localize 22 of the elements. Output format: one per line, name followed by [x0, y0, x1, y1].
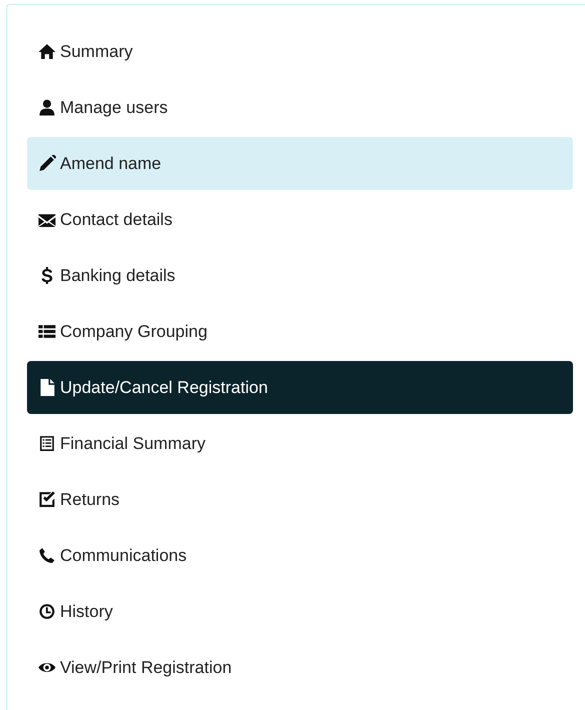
sidebar-item[interactable]: Communications [27, 529, 573, 582]
clock-icon [38, 603, 56, 620]
sidebar-item[interactable]: Returns [27, 473, 573, 526]
file-icon [38, 379, 56, 396]
sidebar-item[interactable]: Banking details [27, 249, 573, 302]
sidebar-item[interactable]: View/Print Registration [27, 641, 573, 694]
sidebar-item[interactable]: History [27, 585, 573, 638]
pencil-icon [38, 155, 56, 172]
sidebar-item[interactable]: Manage users [27, 81, 573, 134]
sidebar-item[interactable]: Financial Summary [27, 417, 573, 470]
sidebar-item[interactable]: Update/Cancel Registration [27, 361, 573, 414]
phone-icon [38, 547, 56, 564]
sidebar-item[interactable]: Amend name [27, 137, 573, 190]
ledger-icon [38, 435, 56, 452]
sidebar-item[interactable]: Summary [27, 25, 573, 78]
checkbox-icon [38, 491, 56, 508]
envelope-icon [38, 211, 56, 228]
sidebar-item[interactable]: Company Grouping [27, 305, 573, 358]
user-icon [38, 99, 56, 116]
sidebar-item[interactable]: Contact details [27, 193, 573, 246]
list-icon [38, 323, 56, 340]
home-icon [38, 43, 56, 60]
